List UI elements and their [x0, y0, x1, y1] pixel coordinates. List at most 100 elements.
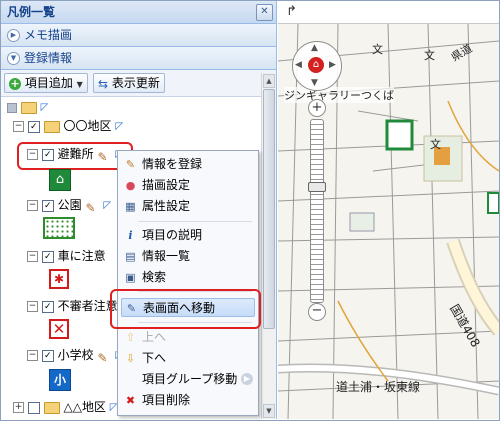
folder-icon [43, 120, 60, 133]
collapse-toggle-icon[interactable]: − [27, 350, 38, 361]
collapse-toggle-icon[interactable]: − [27, 301, 38, 312]
corner-arrow-icon[interactable]: ◸ [103, 200, 113, 211]
close-icon[interactable]: ✕ [256, 4, 273, 21]
add-icon: + [9, 76, 21, 90]
zoom-thumb[interactable] [308, 182, 326, 192]
tree-item-park[interactable]: − ✓ 公園 ✎ ◸ [27, 197, 113, 215]
menu-item-search[interactable]: ▣ 検索 [121, 268, 255, 287]
tree-root: ◸ [7, 99, 51, 116]
car-caution-label[interactable]: 車に注意 [58, 249, 106, 263]
tree-item-car-caution[interactable]: − ✓ 車に注意 [27, 248, 106, 265]
shelter-checkbox[interactable]: ✓ [41, 148, 54, 161]
car-caution-symbol-icon: ✱ [49, 269, 69, 289]
tree-group-1[interactable]: − ✓ 〇〇地区 ◸ [13, 118, 125, 135]
submenu-arrow-icon: ▶ [241, 373, 253, 385]
school-label[interactable]: 小学校 [58, 348, 94, 362]
map-label-mark3: 文 [372, 43, 383, 56]
add-item-button[interactable]: + 項目追加 ▼ [4, 73, 88, 93]
map-toolbar: ↱ [278, 1, 499, 24]
up-arrow-icon: ⇧ [125, 331, 136, 344]
map-label-mark1: 文 [424, 49, 435, 62]
menu-item-group-move[interactable]: 項目グループ移動 ▶ [121, 370, 255, 389]
panel-header: 凡例一覧 ✕ [1, 1, 276, 24]
menu-item-info-list[interactable]: ▤ 情報一覧 [121, 247, 255, 266]
car-caution-checkbox[interactable]: ✓ [41, 250, 54, 263]
section-memo[interactable]: ▶ メモ描画 [1, 24, 276, 47]
search-icon: ▣ [125, 271, 136, 284]
pan-tool-icon[interactable]: ↱ [286, 4, 297, 19]
refresh-icon: ⇆ [98, 76, 109, 91]
refresh-button[interactable]: ⇆ 表示更新 [93, 73, 165, 93]
legend-toolbar: + 項目追加 ▼ ⇆ 表示更新 [1, 70, 276, 97]
add-item-label: 項目追加 [24, 76, 73, 90]
menu-item-description[interactable]: i 項目の説明 [121, 226, 255, 245]
scroll-down-icon[interactable]: ▼ [263, 404, 275, 418]
zoom-slider[interactable] [308, 119, 326, 303]
collapse-toggle-icon[interactable]: − [27, 200, 38, 211]
tree-group-2[interactable]: + △△地区 ◸ [13, 399, 120, 416]
list-icon: ▤ [125, 250, 136, 263]
menu-item-draw-settings[interactable]: ● 描画設定 [121, 176, 255, 195]
pan-control[interactable]: ▲ ▼ ◀ ▶ ⌂ [292, 41, 342, 91]
scroll-thumb[interactable] [263, 89, 275, 329]
zoom-out-button[interactable]: − [308, 303, 326, 321]
park-symbol-icon [43, 217, 75, 239]
scroll-up-icon[interactable]: ▲ [263, 74, 275, 88]
dropdown-arrow-icon[interactable]: ▼ [77, 80, 83, 89]
tree-item-suspicious[interactable]: − ✓ 不審者注意 [27, 298, 118, 315]
corner-arrow-icon[interactable]: ◸ [41, 102, 51, 113]
section-memo-label: メモ描画 [24, 28, 73, 42]
menu-item-attr-settings[interactable]: ▦ 属性設定 [121, 197, 255, 216]
school-checkbox[interactable]: ✓ [41, 349, 54, 362]
collapse-toggle-icon[interactable]: − [27, 149, 38, 160]
root-toggle[interactable] [7, 102, 17, 113]
edit-icon[interactable]: ✎ [86, 200, 100, 215]
pan-right-icon[interactable]: ▶ [329, 60, 336, 70]
map-label-mark2: 文 [430, 138, 441, 151]
group2-label[interactable]: △△地区 [63, 400, 105, 414]
suspicious-symbol-icon: ✕ [49, 319, 69, 339]
menu-item-register[interactable]: ✎ 情報を登録 [121, 155, 255, 174]
shelter-label[interactable]: 避難所 [58, 147, 94, 161]
menu-item-down[interactable]: ⇩ 下へ [121, 349, 255, 368]
map-label-road1: 道土浦・坂東線 [336, 380, 421, 394]
group1-checkbox[interactable]: ✓ [27, 120, 40, 133]
suspicious-label[interactable]: 不審者注意 [58, 299, 118, 313]
tree-item-shelter[interactable]: − ✓ 避難所 ✎ ◸ [27, 146, 125, 164]
park-label[interactable]: 公園 [58, 198, 82, 212]
edit-icon[interactable]: ✎ [98, 350, 112, 365]
tree-scrollbar[interactable]: ▲ ▼ [261, 73, 276, 419]
group1-label[interactable]: 〇〇地区 [63, 119, 111, 133]
folder-icon [20, 101, 37, 114]
panel-title: 凡例一覧 [7, 5, 56, 19]
palette-icon: ● [125, 179, 136, 192]
school-symbol-icon: 小 [49, 369, 71, 391]
map-view[interactable]: ↱ ジンギャラリーつくば 道土浦・坂東線 国道408 文 文 文 県道 ▲ ▼ … [278, 1, 499, 419]
pan-down-icon[interactable]: ▼ [311, 78, 318, 88]
context-menu: ✎ 情報を登録 ● 描画設定 ▦ 属性設定 i 項目の説明 ▤ 情報一覧 ▣ 検… [117, 150, 259, 416]
tree-item-school[interactable]: − ✓ 小学校 ✎ ◸ [27, 347, 125, 365]
pencil-icon: ✎ [125, 158, 136, 171]
expand-toggle-icon[interactable]: + [13, 402, 24, 413]
edit-icon[interactable]: ✎ [98, 149, 112, 164]
delete-icon: ✖ [125, 394, 136, 407]
move-to-top-highlight [110, 289, 261, 329]
menu-item-up[interactable]: ⇧ 上へ [121, 328, 255, 347]
expand-icon[interactable]: ▶ [7, 29, 20, 42]
suspicious-checkbox[interactable]: ✓ [41, 300, 54, 313]
collapse-toggle-icon[interactable]: − [13, 121, 24, 132]
corner-arrow-icon[interactable]: ◸ [115, 121, 125, 132]
collapse-toggle-icon[interactable]: − [27, 251, 38, 262]
pan-left-icon[interactable]: ◀ [295, 60, 302, 70]
group2-checkbox[interactable] [27, 401, 40, 414]
park-checkbox[interactable]: ✓ [41, 199, 54, 212]
menu-item-delete[interactable]: ✖ 項目削除 [121, 391, 255, 410]
pan-up-icon[interactable]: ▲ [311, 43, 318, 53]
zoom-in-button[interactable]: + [308, 99, 326, 117]
section-registration[interactable]: ▼ 登録情報 [1, 47, 276, 70]
down-arrow-icon: ⇩ [125, 352, 136, 365]
refresh-label: 表示更新 [111, 76, 160, 90]
home-icon[interactable]: ⌂ [308, 57, 324, 73]
collapse-icon[interactable]: ▼ [7, 52, 20, 65]
table-icon: ▦ [125, 200, 136, 213]
